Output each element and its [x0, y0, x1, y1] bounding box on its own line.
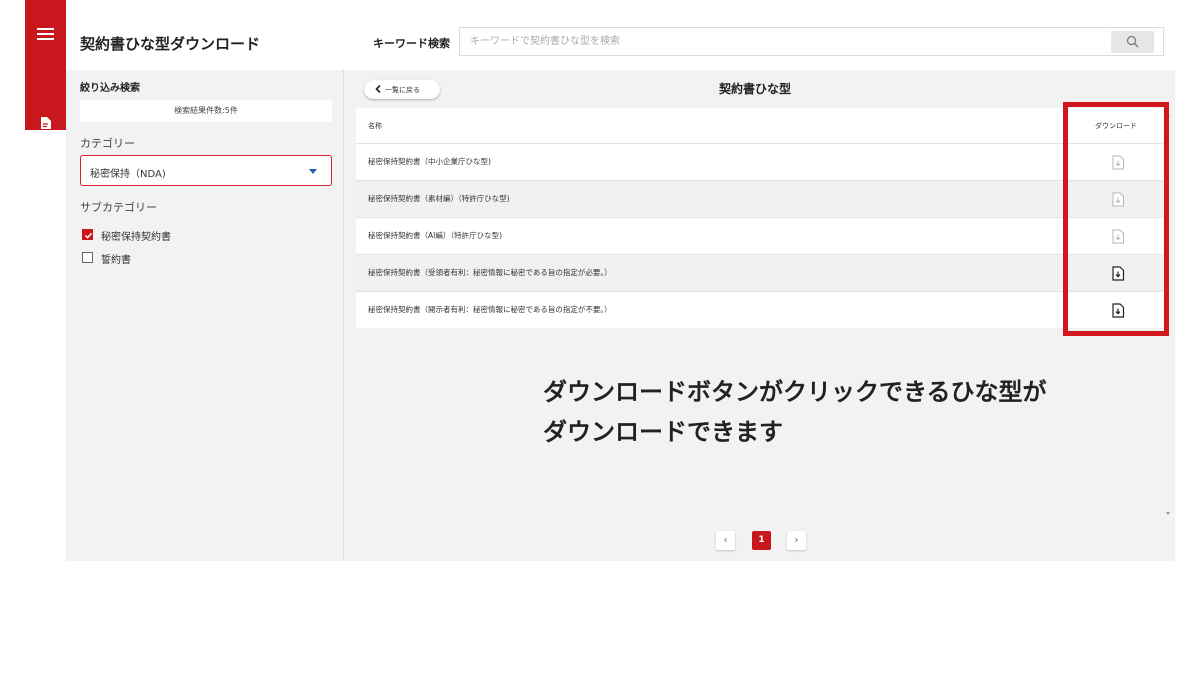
- row-name: 秘密保持契約書（受領者有利：秘密情報に秘密である旨の指定が必要。）: [368, 268, 612, 277]
- download-column-highlight: [1063, 102, 1169, 336]
- keyword-search-label: キーワード検索: [373, 37, 450, 50]
- table-header: 名称 ダウンロード: [356, 108, 1163, 143]
- annotation-text: ダウンロードボタンがクリックできるひな型が ダウンロードできます: [543, 372, 1047, 452]
- caret-down-icon: [309, 169, 317, 174]
- table-row: 秘密保持契約書（開示者有利：秘密情報に秘密である旨の指定が不要。）: [356, 291, 1163, 328]
- category-value: 秘密保持（NDA): [90, 169, 166, 180]
- search-input[interactable]: [459, 27, 1164, 56]
- row-name: 秘密保持契約書（AI編）（特許庁ひな型): [368, 231, 503, 240]
- checkbox-unchecked-icon[interactable]: [82, 252, 93, 263]
- app-title: 契約書ひな型ダウンロード: [80, 35, 261, 53]
- subcategory-label-nda: 秘密保持契約書: [101, 232, 171, 243]
- row-name: 秘密保持契約書（素材編）（特許庁ひな型): [368, 194, 510, 203]
- table-row: 秘密保持契約書（受領者有利：秘密情報に秘密である旨の指定が必要。）: [356, 254, 1163, 291]
- column-header-name: 名称: [368, 122, 382, 130]
- category-label: カテゴリー: [80, 137, 135, 150]
- prev-page-button[interactable]: ‹: [716, 531, 735, 550]
- left-rail: [25, 0, 66, 130]
- filter-title: 絞り込み検索: [80, 83, 140, 94]
- table-row: 秘密保持契約書（中小企業庁ひな型): [356, 143, 1163, 180]
- result-count: 検索結果件数:5件: [80, 100, 332, 122]
- menu-icon[interactable]: [37, 28, 54, 42]
- subcategory-label-pledge: 誓約書: [101, 255, 131, 266]
- checkbox-checked-icon[interactable]: [82, 229, 93, 240]
- back-label: 一覧に戻る: [385, 86, 420, 94]
- annotation-line-2: ダウンロードできます: [543, 418, 783, 446]
- subcategory-label: サブカテゴリー: [80, 201, 157, 214]
- next-page-button[interactable]: ›: [787, 531, 806, 550]
- table-row: 秘密保持契約書（AI編）（特許庁ひな型): [356, 217, 1163, 254]
- row-name: 秘密保持契約書（中小企業庁ひな型): [368, 157, 491, 166]
- annotation-line-1: ダウンロードボタンがクリックできるひな型が: [543, 378, 1047, 406]
- table-row: 秘密保持契約書（素材編）（特許庁ひな型): [356, 180, 1163, 217]
- search-button[interactable]: [1111, 31, 1154, 53]
- panel-divider: [343, 70, 344, 561]
- chevron-left-icon: [375, 84, 381, 94]
- row-name: 秘密保持契約書（開示者有利：秘密情報に秘密である旨の指定が不要。）: [368, 305, 612, 314]
- template-table: 名称 ダウンロード 秘密保持契約書（中小企業庁ひな型) 秘密保持契約書（素材編）…: [356, 108, 1163, 328]
- page-title: 契約書ひな型: [719, 82, 792, 96]
- scroll-down-arrow[interactable]: [1166, 512, 1170, 515]
- app-window: 契約書ひな型ダウンロード キーワード検索 絞り込み検索 検索結果件数:5件 カテ…: [66, 0, 1175, 561]
- header: 契約書ひな型ダウンロード キーワード検索: [66, 0, 1175, 70]
- search-icon: [1126, 35, 1139, 48]
- document-icon[interactable]: [39, 116, 53, 130]
- current-page[interactable]: 1: [752, 531, 771, 550]
- category-select[interactable]: 秘密保持（NDA): [80, 155, 332, 186]
- back-to-list-button[interactable]: 一覧に戻る: [364, 80, 440, 99]
